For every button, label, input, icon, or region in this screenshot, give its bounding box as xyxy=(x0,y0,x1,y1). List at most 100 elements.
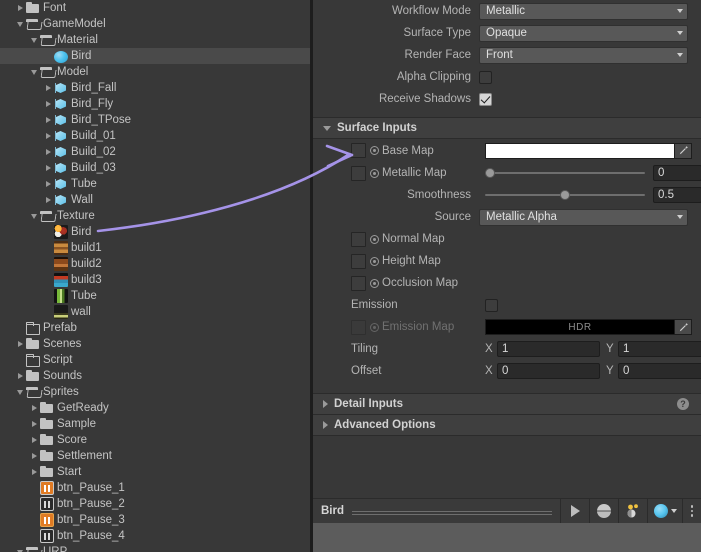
height-map-thumbnail[interactable] xyxy=(351,253,366,269)
chevron-right-icon[interactable] xyxy=(14,368,26,384)
height-map-toggle-icon[interactable] xyxy=(370,256,379,266)
metallic-map-toggle-icon[interactable] xyxy=(370,168,379,178)
occlusion-map-toggle-icon[interactable] xyxy=(370,278,379,288)
metallic-value-field[interactable]: 0 xyxy=(653,165,701,181)
smoothness-value-field[interactable]: 0.5 xyxy=(653,187,701,203)
row-offset[interactable]: Offset X 0 Y 0 xyxy=(313,360,701,382)
emission-map-thumbnail[interactable] xyxy=(351,319,366,335)
tree-item-sounds[interactable]: Sounds xyxy=(0,368,310,384)
material-preview-area[interactable] xyxy=(313,523,701,552)
chevron-right-icon[interactable] xyxy=(14,336,26,352)
tree-item-bird-fly[interactable]: Bird_Fly xyxy=(0,96,310,112)
tree-item-score[interactable]: Score xyxy=(0,432,310,448)
row-height-map[interactable]: Height Map xyxy=(313,250,701,272)
chevron-right-icon[interactable] xyxy=(42,160,54,176)
chevron-right-icon[interactable] xyxy=(42,80,54,96)
row-tiling[interactable]: Tiling X 1 Y 1 xyxy=(313,338,701,360)
row-alpha-clipping[interactable]: Alpha Clipping xyxy=(313,66,701,88)
tree-item-build-01[interactable]: Build_01 xyxy=(0,128,310,144)
chevron-right-icon[interactable] xyxy=(14,0,26,16)
chevron-down-icon[interactable] xyxy=(14,544,26,552)
chevron-right-icon[interactable] xyxy=(42,128,54,144)
tree-item-bird-tpose[interactable]: Bird_TPose xyxy=(0,112,310,128)
slider-knob[interactable] xyxy=(485,168,495,178)
chevron-down-icon[interactable] xyxy=(28,64,40,80)
eyedropper-icon[interactable] xyxy=(675,319,692,335)
preview-drag-handle[interactable] xyxy=(352,510,552,512)
tree-item-btn-pause-4[interactable]: btn_Pause_4 xyxy=(0,528,310,544)
chevron-right-icon[interactable] xyxy=(28,432,40,448)
tree-item-bird[interactable]: Bird xyxy=(0,224,310,240)
tree-item-tube[interactable]: Tube xyxy=(0,288,310,304)
row-base-map[interactable]: Base Map xyxy=(313,139,701,162)
emission-map-toggle-icon[interactable] xyxy=(370,322,379,332)
material-preview-button[interactable] xyxy=(589,499,618,523)
tiling-y-field[interactable]: 1 xyxy=(618,341,701,357)
metallic-slider[interactable] xyxy=(485,165,645,181)
section-header-advanced-options[interactable]: Advanced Options xyxy=(313,415,701,436)
offset-y-field[interactable]: 0 xyxy=(618,363,701,379)
project-panel[interactable]: Font GameModel Material Bird Model Bird_Fall B… xyxy=(0,0,310,552)
offset-x-field[interactable]: 0 xyxy=(497,363,600,379)
smoothness-slider[interactable] xyxy=(485,187,645,203)
tree-item-build2[interactable]: build2 xyxy=(0,256,310,272)
tree-item-start[interactable]: Start xyxy=(0,464,310,480)
section-header-surface-inputs[interactable]: Surface Inputs xyxy=(313,117,701,139)
more-options-button[interactable] xyxy=(682,499,701,523)
tree-item-scenes[interactable]: Scenes xyxy=(0,336,310,352)
tree-item-btn-pause-2[interactable]: btn_Pause_2 xyxy=(0,496,310,512)
tree-item-urp[interactable]: URP xyxy=(0,544,310,552)
emission-hdr-color-field[interactable]: HDR xyxy=(485,319,675,335)
eyedropper-icon[interactable] xyxy=(675,142,692,159)
row-receive-shadows[interactable]: Receive Shadows xyxy=(313,88,701,110)
help-icon[interactable]: ? xyxy=(677,398,689,410)
slider-knob[interactable] xyxy=(560,190,570,200)
tree-item-bird-fall[interactable]: Bird_Fall xyxy=(0,80,310,96)
tree-item-wall[interactable]: Wall xyxy=(0,192,310,208)
chevron-right-icon[interactable] xyxy=(28,448,40,464)
chevron-right-icon[interactable] xyxy=(42,112,54,128)
render-face-dropdown[interactable]: Front xyxy=(479,46,688,64)
tree-item-prefab[interactable]: Prefab xyxy=(0,320,310,336)
play-button[interactable] xyxy=(560,499,589,523)
chevron-down-icon[interactable] xyxy=(14,384,26,400)
tree-item-wall[interactable]: wall xyxy=(0,304,310,320)
normal-map-toggle-icon[interactable] xyxy=(370,234,379,244)
row-emission[interactable]: Emission xyxy=(313,294,701,316)
tree-item-font[interactable]: Font xyxy=(0,0,310,16)
tree-item-bird[interactable]: Bird xyxy=(0,48,310,64)
tiling-x-field[interactable]: 1 xyxy=(497,341,600,357)
preview-toolbar[interactable]: Bird xyxy=(313,498,701,524)
chevron-down-icon[interactable] xyxy=(14,16,26,32)
row-surface-type[interactable]: Surface Type Opaque xyxy=(313,22,701,44)
chevron-right-icon[interactable] xyxy=(42,96,54,112)
row-normal-map[interactable]: Normal Map xyxy=(313,228,701,250)
workflow-mode-dropdown[interactable]: Metallic xyxy=(479,2,688,20)
normal-map-thumbnail[interactable] xyxy=(351,231,366,247)
tree-item-build3[interactable]: build3 xyxy=(0,272,310,288)
tree-item-gamemodel[interactable]: GameModel xyxy=(0,16,310,32)
chevron-right-icon[interactable] xyxy=(42,176,54,192)
section-header-detail-inputs[interactable]: Detail Inputs ? xyxy=(313,393,701,415)
tree-item-tube[interactable]: Tube xyxy=(0,176,310,192)
row-source[interactable]: Source Metallic Alpha xyxy=(313,206,701,228)
chevron-down-icon[interactable] xyxy=(28,32,40,48)
alpha-clipping-checkbox[interactable] xyxy=(479,70,492,84)
base-map-color-field[interactable] xyxy=(485,142,675,159)
tree-item-model[interactable]: Model xyxy=(0,64,310,80)
chevron-right-icon[interactable] xyxy=(42,144,54,160)
inspector-panel[interactable]: Workflow Mode Metallic Surface Type Opaque R… xyxy=(313,0,701,552)
tree-item-texture[interactable]: Texture xyxy=(0,208,310,224)
chevron-right-icon[interactable] xyxy=(28,400,40,416)
metallic-map-thumbnail[interactable] xyxy=(351,165,366,181)
lighting-button[interactable] xyxy=(618,499,647,523)
base-map-thumbnail[interactable] xyxy=(351,143,366,158)
row-emission-map[interactable]: Emission Map HDR xyxy=(313,316,701,338)
emission-checkbox[interactable] xyxy=(485,298,498,312)
tree-item-build1[interactable]: build1 xyxy=(0,240,310,256)
row-render-face[interactable]: Render Face Front xyxy=(313,44,701,66)
occlusion-map-thumbnail[interactable] xyxy=(351,275,366,291)
tree-item-script[interactable]: Script xyxy=(0,352,310,368)
row-occlusion-map[interactable]: Occlusion Map xyxy=(313,272,701,294)
tree-item-btn-pause-3[interactable]: btn_Pause_3 xyxy=(0,512,310,528)
